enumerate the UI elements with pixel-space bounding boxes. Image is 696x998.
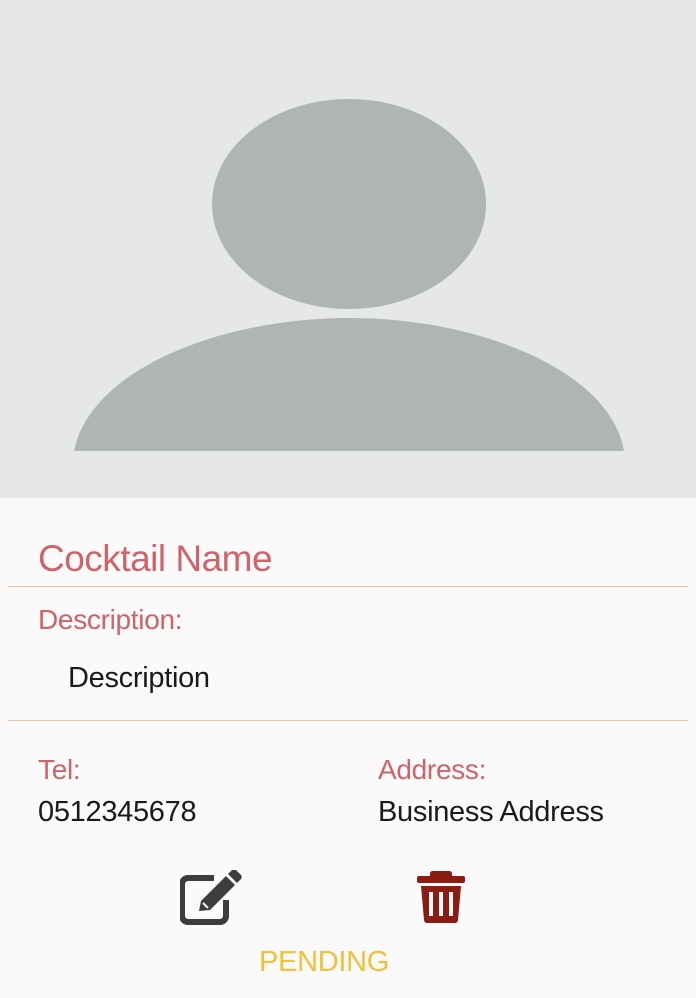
divider — [8, 586, 688, 587]
trash-icon — [417, 871, 465, 923]
delete-button[interactable] — [416, 870, 466, 924]
description-label: Description: — [38, 604, 183, 635]
edit-icon — [179, 869, 242, 925]
user-avatar-placeholder-icon — [74, 99, 624, 451]
address-label: Address: — [378, 754, 487, 785]
cocktail-card: Cocktail Name Description: Description T… — [0, 0, 696, 998]
address-value: Business Address — [378, 796, 604, 828]
cocktail-name: Cocktail Name — [38, 538, 273, 579]
tel-value: 0512345678 — [38, 796, 197, 828]
description-value: Description — [68, 662, 210, 694]
tel-label: Tel: — [38, 754, 81, 785]
cocktail-photo — [0, 0, 696, 498]
edit-button[interactable] — [179, 869, 242, 926]
status-badge: PENDING — [259, 946, 390, 978]
divider — [8, 720, 688, 721]
